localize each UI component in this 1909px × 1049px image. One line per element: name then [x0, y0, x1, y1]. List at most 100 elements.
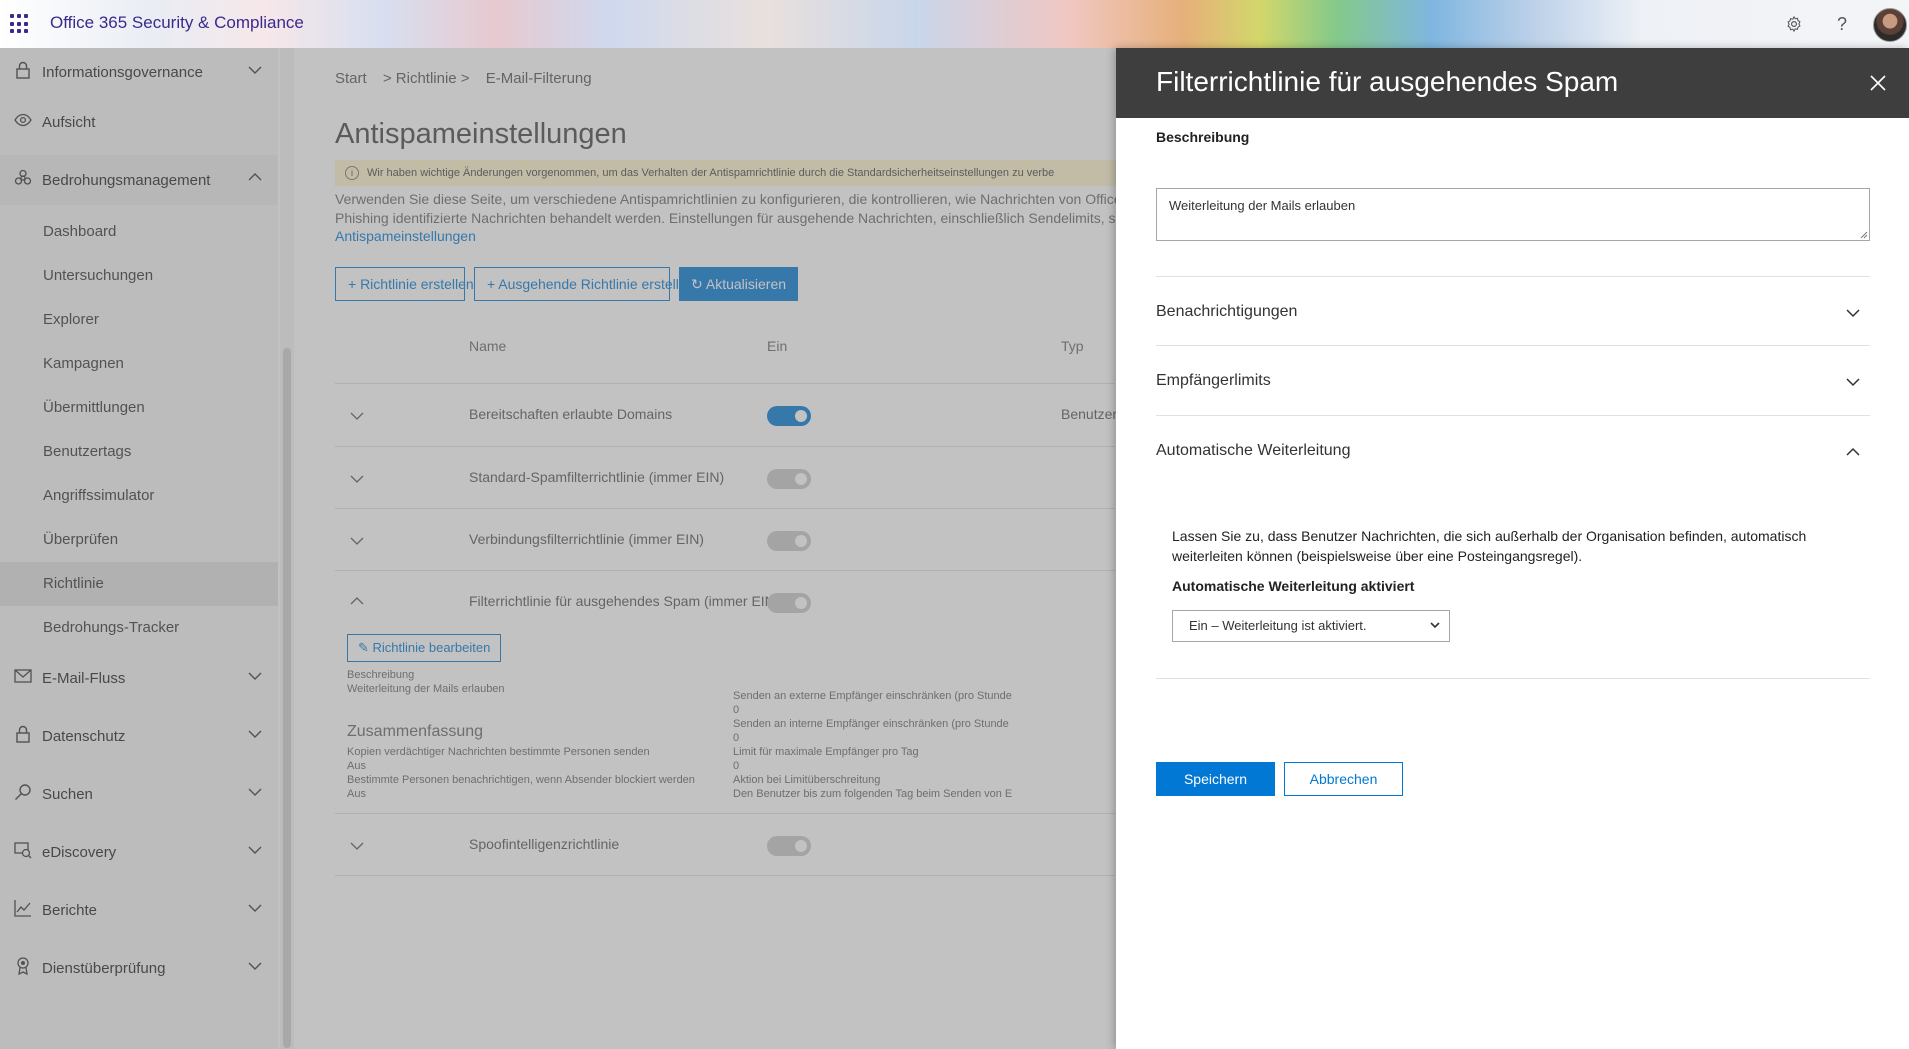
section-label: Benachrichtigungen: [1156, 303, 1298, 320]
nav-item-informationsgovernance[interactable]: Informationsgovernance: [0, 48, 278, 96]
nav-sub-bedrohungs-tracker[interactable]: Bedrohungs-Tracker: [0, 606, 278, 650]
create-policy-button[interactable]: + Richtlinie erstellen: [335, 267, 474, 301]
chevron-up-icon[interactable]: [350, 594, 364, 608]
breadcrumb-email-filterung: E-Mail-Filterung: [485, 70, 592, 87]
nav-sub-angriffssimulator[interactable]: Angriffssimulator: [0, 474, 278, 518]
summary-item: Limit für maximale Empfänger pro Tag: [733, 746, 919, 758]
breadcrumb-richtlinie[interactable]: > Richtlinie >: [383, 70, 470, 87]
chevron-down-icon: [248, 730, 262, 738]
save-button[interactable]: Speichern: [1156, 762, 1275, 796]
nav-sub-benutzertags[interactable]: Benutzertags: [0, 430, 278, 474]
create-outbound-policy-button[interactable]: + Ausgehende Richtlinie erstellen: [474, 267, 694, 301]
nav-item-email-fluss[interactable]: E-Mail-Fluss: [0, 654, 278, 702]
nav-label: Berichte: [42, 901, 98, 919]
nav-item-bedrohungsmanagement[interactable]: Bedrohungsmanagement: [0, 155, 278, 205]
column-header-type[interactable]: Typ: [1061, 338, 1084, 354]
scrollbar-thumb[interactable]: [283, 348, 291, 1048]
pencil-icon: ✎: [358, 640, 373, 655]
summary-item: 0: [733, 704, 740, 716]
chevron-down-icon: [1430, 622, 1440, 629]
nav-sub-kampagnen[interactable]: Kampagnen: [0, 342, 278, 386]
eye-icon: [14, 113, 32, 132]
chevron-down-icon[interactable]: [350, 409, 364, 423]
row-divider: [335, 570, 1115, 571]
policy-row-name[interactable]: Spoofintelligenzrichtlinie: [469, 836, 619, 852]
resize-handle-icon[interactable]: [1860, 231, 1868, 239]
waffle-icon[interactable]: [10, 14, 30, 34]
breadcrumb-start[interactable]: Start: [335, 70, 367, 87]
chevron-down-icon: [248, 788, 262, 796]
chevron-down-icon: [1846, 378, 1860, 387]
nav-item-berichte[interactable]: Berichte: [0, 886, 278, 934]
auto-forward-label: Automatische Weiterleitung aktiviert: [1172, 578, 1415, 594]
refresh-icon: ↻: [691, 276, 706, 292]
top-bar: Office 365 Security & Compliance ?: [0, 0, 1909, 48]
policy-toggle: [767, 531, 811, 551]
refresh-label: Aktualisieren: [705, 276, 787, 292]
section-label: Empfängerlimits: [1156, 372, 1271, 389]
cancel-button[interactable]: Abbrechen: [1284, 762, 1403, 796]
policy-row-name[interactable]: Verbindungsfilterrichtlinie (immer EIN): [469, 531, 704, 547]
left-nav: Informationsgovernance Aufsicht Bedrohun…: [0, 48, 278, 1049]
antispam-settings-link[interactable]: Antispameinstellungen: [335, 228, 476, 244]
app-title[interactable]: Office 365 Security & Compliance: [50, 13, 304, 33]
auto-forward-value: Ein – Weiterleitung ist aktiviert.: [1189, 618, 1367, 633]
nav-sub-uebermittlungen[interactable]: Übermittlungen: [0, 386, 278, 430]
help-icon[interactable]: ?: [1828, 10, 1856, 38]
avatar[interactable]: [1873, 8, 1907, 42]
chevron-down-icon: [248, 904, 262, 912]
summary-item: Bestimmte Personen benachrichtigen, wenn…: [347, 774, 695, 786]
nav-item-datenschutz[interactable]: Datenschutz: [0, 712, 278, 760]
section-empfaengerlimits[interactable]: Empfängerlimits: [1156, 361, 1870, 401]
nav-sub-untersuchungen[interactable]: Untersuchungen: [0, 254, 278, 298]
lock-icon: [14, 725, 32, 748]
notice-bar: i Wir haben wichtige Änderungen vorgenom…: [335, 160, 1116, 186]
nav-label: Informationsgovernance: [42, 63, 203, 81]
summary-item: 0: [733, 760, 740, 772]
policy-toggle: [767, 593, 811, 613]
policy-toggle: [767, 836, 811, 856]
column-header-on[interactable]: Ein: [767, 338, 787, 354]
panel-header: Filterrichtlinie für ausgehendes Spam: [1116, 48, 1909, 118]
policy-row-name[interactable]: Bereitschaften erlaubte Domains: [469, 406, 672, 422]
panel-title: Filterrichtlinie für ausgehendes Spam: [1156, 66, 1619, 97]
summary-item: Kopien verdächtiger Nachrichten bestimmt…: [347, 746, 650, 758]
desc-value: Weiterleitung der Mails erlauben: [347, 683, 505, 695]
column-header-name[interactable]: Name: [469, 338, 506, 354]
badge-icon: [14, 956, 32, 980]
lock-icon: [14, 61, 32, 84]
nav-item-ediscovery[interactable]: eDiscovery: [0, 828, 278, 876]
refresh-button[interactable]: ↻ Aktualisieren: [679, 267, 799, 301]
policy-row-name[interactable]: Standard-Spamfilterrichtlinie (immer EIN…: [469, 469, 724, 485]
summary-title: Zusammenfassung: [347, 723, 484, 740]
gear-icon[interactable]: [1780, 10, 1808, 38]
summary-item: Senden an externe Empfänger einschränken…: [733, 690, 1012, 702]
chevron-down-icon: [248, 672, 262, 680]
mail-icon: [14, 668, 32, 688]
nav-item-aufsicht[interactable]: Aufsicht: [0, 98, 278, 146]
chevron-down-icon[interactable]: [350, 534, 364, 548]
row-divider: [335, 383, 1115, 384]
edit-policy-button[interactable]: ✎ Richtlinie bearbeiten: [347, 634, 502, 662]
policy-toggle[interactable]: [767, 406, 811, 426]
nav-item-suchen[interactable]: Suchen: [0, 770, 278, 818]
nav-sub-richtlinie[interactable]: Richtlinie: [0, 562, 278, 606]
main-content: Start > Richtlinie > E-Mail-Filterung An…: [294, 48, 1116, 1049]
chevron-down-icon[interactable]: [350, 472, 364, 486]
section-automatische-weiterleitung[interactable]: Automatische Weiterleitung: [1156, 431, 1870, 471]
nav-scrollbar[interactable]: [280, 48, 294, 1049]
chevron-up-icon: [248, 173, 262, 181]
auto-forward-select[interactable]: Ein – Weiterleitung ist aktiviert.: [1172, 610, 1450, 642]
nav-label: Datenschutz: [42, 727, 126, 745]
description-field[interactable]: Weiterleitung der Mails erlauben: [1156, 188, 1870, 241]
nav-sub-dashboard[interactable]: Dashboard: [0, 210, 278, 254]
policy-row-name[interactable]: Filterrichtlinie für ausgehendes Spam (i…: [469, 593, 779, 609]
nav-item-dienstueberpruefung[interactable]: Dienstüberprüfung: [0, 944, 278, 992]
nav-sub-explorer[interactable]: Explorer: [0, 298, 278, 342]
chevron-down-icon[interactable]: [350, 839, 364, 853]
notice-text: Wir haben wichtige Änderungen vorgenomme…: [367, 167, 1055, 179]
summary-item: Aus: [347, 788, 366, 800]
section-benachrichtigungen[interactable]: Benachrichtigungen: [1156, 292, 1870, 332]
close-icon[interactable]: [1863, 68, 1893, 98]
nav-sub-ueberpruefen[interactable]: Überprüfen: [0, 518, 278, 562]
